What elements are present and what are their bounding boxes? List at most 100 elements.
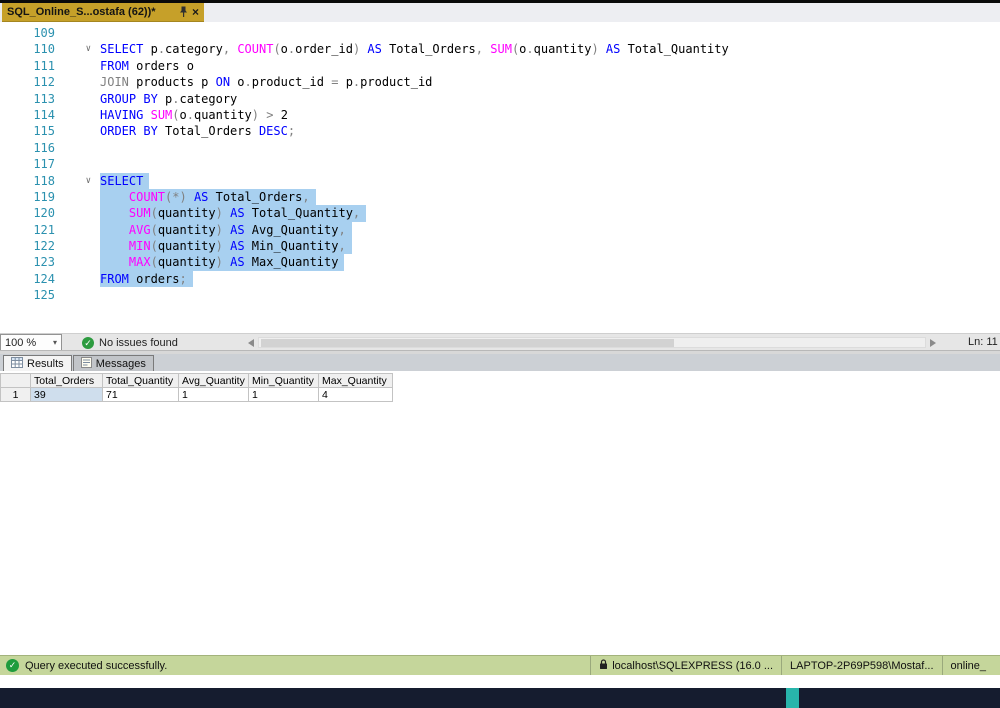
scrollbar-track[interactable] — [258, 337, 926, 348]
code-text: JOIN products p ON o.product_id = p.prod… — [100, 75, 433, 90]
code-text: FROM orders; — [100, 270, 193, 288]
code-text: SELECT p.category, COUNT(o.order_id) AS … — [100, 42, 729, 57]
document-tab[interactable]: SQL_Online_S...ostafa (62))* × — [2, 3, 204, 22]
line-number: 111 — [33, 58, 55, 73]
taskbar — [0, 688, 1000, 708]
code-line[interactable]: 109 — [0, 25, 1000, 41]
grid-cell[interactable]: 4 — [318, 387, 393, 402]
status-right-group: localhost\SQLEXPRESS (16.0 ... LAPTOP-2P… — [590, 656, 994, 675]
code-lines: 109 110 ∨ SELECT p.category, COUNT(o.order_… — [0, 25, 1000, 304]
tab-results[interactable]: Results — [3, 355, 72, 371]
grid-cell[interactable]: 39 — [30, 387, 103, 402]
health-indicator[interactable]: ✓ No issues found — [82, 334, 178, 351]
code-line[interactable]: 121 AVG(quantity) AS Avg_Quantity, — [0, 221, 1000, 239]
code-line[interactable]: 122 MIN(quantity) AS Min_Quantity, — [0, 238, 1000, 255]
line-number: 122 — [33, 239, 55, 254]
column-header[interactable]: Avg_Quantity — [178, 373, 249, 388]
code-text: HAVING SUM(o.quantity) > 2 — [100, 107, 288, 122]
code-text: COUNT(*) AS Total_Orders, — [100, 188, 316, 206]
column-header[interactable]: Max_Quantity — [318, 373, 393, 388]
zoom-value: 100 % — [5, 336, 37, 349]
code-line[interactable]: 124 FROM orders; — [0, 270, 1000, 288]
fold-margin — [55, 74, 100, 90]
user-status-segment: LAPTOP-2P69P598\Mostaf... — [781, 656, 941, 675]
fold-margin — [55, 140, 100, 156]
code-line[interactable]: 112 JOIN products p ON o.product_id = p.p… — [0, 74, 1000, 90]
code-line[interactable]: 123 MAX(quantity) AS Max_Quantity — [0, 254, 1000, 271]
editor-status-strip: 100 % ▾ ✓ No issues found Ln: 11 — [0, 333, 1000, 351]
fold-margin — [55, 107, 100, 123]
code-line[interactable]: 111 FROM orders o — [0, 58, 1000, 74]
grid-cell[interactable]: 1 — [248, 387, 319, 402]
database-status-segment: online_ — [941, 656, 994, 675]
line-number: 116 — [33, 140, 55, 155]
ssms-window: SQL_Online_S...ostafa (62))* × 109 110 ∨ SE… — [0, 0, 1000, 708]
status-message: Query executed successfully. — [25, 659, 168, 672]
code-editor[interactable]: 109 110 ∨ SELECT p.category, COUNT(o.order_… — [0, 22, 1000, 333]
column-header[interactable]: Min_Quantity — [248, 373, 319, 388]
code-line[interactable]: 113 GROUP BY p.category — [0, 91, 1000, 107]
fold-margin — [55, 189, 100, 205]
code-line[interactable]: 125 — [0, 287, 1000, 303]
code-text: FROM orders o — [100, 58, 194, 73]
line-indicator: Ln: 11 — [968, 336, 998, 348]
horizontal-scrollbar[interactable] — [248, 336, 936, 349]
line-number: 124 — [33, 271, 55, 286]
code-line[interactable]: 118 ∨ SELECT — [0, 172, 1000, 189]
code-text: MIN(quantity) AS Min_Quantity, — [100, 238, 352, 255]
chevron-down-icon: ▾ — [52, 338, 57, 347]
grid-cell[interactable]: 1 — [178, 387, 249, 402]
code-line[interactable]: 116 — [0, 140, 1000, 156]
table-row: 1 39 71 1 1 4 — [0, 387, 393, 402]
code-text: GROUP BY p.category — [100, 91, 238, 106]
line-number: 121 — [33, 222, 55, 237]
pin-icon[interactable] — [179, 6, 188, 18]
line-number: 114 — [33, 107, 55, 122]
column-header[interactable]: Total_Quantity — [102, 373, 179, 388]
line-number: 119 — [33, 189, 55, 204]
line-number: 117 — [33, 157, 55, 172]
messages-note-icon — [80, 356, 92, 371]
results-grid[interactable]: Total_Orders Total_Quantity Avg_Quantity Mi… — [0, 373, 393, 402]
close-icon[interactable]: × — [192, 6, 199, 18]
zoom-select[interactable]: 100 % ▾ — [0, 334, 62, 351]
scroll-right-icon[interactable] — [930, 338, 936, 347]
status-message-group: ✓ Query executed successfully. — [6, 659, 167, 672]
code-line[interactable]: 117 — [0, 156, 1000, 172]
line-number: 109 — [33, 26, 55, 40]
document-tab-bar: SQL_Online_S...ostafa (62))* × — [0, 3, 1000, 22]
line-number: 118 — [33, 173, 55, 188]
tab-messages-label: Messages — [95, 357, 146, 370]
code-text: ORDER BY Total_Orders DESC; — [100, 124, 296, 139]
code-text: SELECT — [100, 172, 150, 189]
column-header[interactable]: Total_Orders — [30, 373, 103, 388]
fold-collapse-icon[interactable]: ∨ — [55, 41, 100, 57]
fold-margin — [55, 91, 100, 107]
taskbar-accent — [786, 688, 799, 708]
line-number: 125 — [33, 288, 55, 303]
status-bar: ✓ Query executed successfully. localhost… — [0, 655, 1000, 675]
user-name: LAPTOP-2P69P598\Mostaf... — [790, 659, 934, 672]
code-line[interactable]: 110 ∨ SELECT p.category, COUNT(o.order_id)… — [0, 41, 1000, 57]
row-header[interactable]: 1 — [0, 387, 31, 402]
scrollbar-thumb[interactable] — [261, 339, 674, 347]
line-number: 112 — [33, 75, 55, 90]
document-tab-title: SQL_Online_S...ostafa (62))* — [7, 6, 156, 18]
grid-corner[interactable] — [0, 373, 31, 388]
scroll-left-icon[interactable] — [248, 338, 254, 347]
line-number: 123 — [33, 255, 55, 270]
code-line[interactable]: 115 ORDER BY Total_Orders DESC; — [0, 123, 1000, 139]
fold-collapse-icon[interactable]: ∨ — [55, 173, 100, 189]
grid-cell[interactable]: 71 — [102, 387, 179, 402]
fold-margin — [55, 205, 100, 221]
line-number: 120 — [33, 206, 55, 221]
code-line[interactable]: 119 COUNT(*) AS Total_Orders, — [0, 188, 1000, 206]
tab-messages[interactable]: Messages — [72, 355, 154, 371]
line-number: 115 — [33, 124, 55, 139]
fold-margin — [55, 254, 100, 270]
check-circle-icon: ✓ — [82, 336, 94, 349]
code-line[interactable]: 120 SUM(quantity) AS Total_Quantity, — [0, 205, 1000, 222]
fold-margin — [55, 238, 100, 254]
fold-margin — [55, 58, 100, 74]
code-line[interactable]: 114 HAVING SUM(o.quantity) > 2 — [0, 107, 1000, 123]
